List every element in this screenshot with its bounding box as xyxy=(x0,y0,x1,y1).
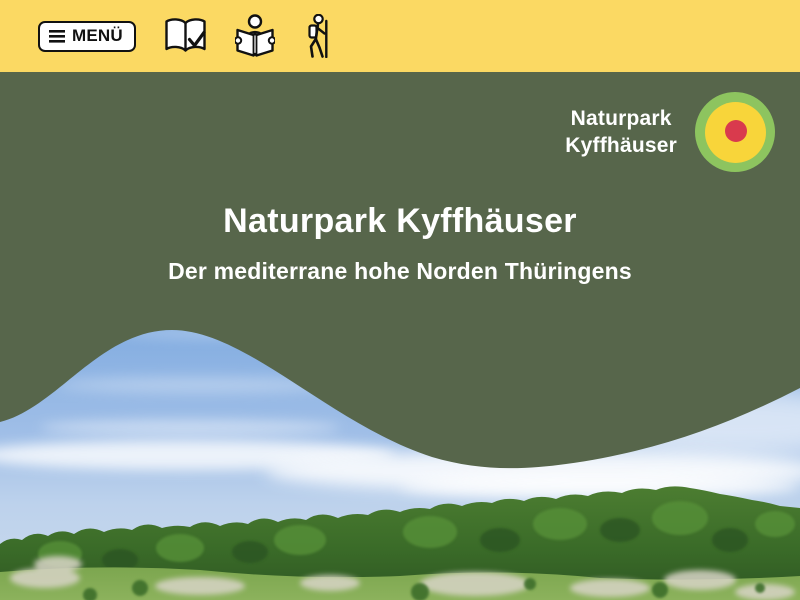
person-reading-button[interactable] xyxy=(235,14,275,59)
menu-button-label: MENÜ xyxy=(72,26,123,46)
wooded-hillside xyxy=(0,480,800,600)
concentric-circles-logo-icon xyxy=(695,92,775,172)
page-subtitle: Der mediterrane hohe Norden Thüringens xyxy=(0,258,800,285)
open-book-check-button[interactable] xyxy=(163,16,208,56)
logo-text-line2: Kyffhäuser xyxy=(565,132,677,159)
logo-center-dot xyxy=(725,120,747,142)
topbar-icons xyxy=(163,14,332,59)
logo-text-line1: Naturpark xyxy=(565,105,677,132)
top-bar: MENÜ xyxy=(0,0,800,72)
menu-button[interactable]: MENÜ xyxy=(38,21,136,52)
site-logo[interactable]: Naturpark Kyffhäuser xyxy=(565,92,775,172)
hero-section: Naturpark Kyffhäuser Naturpark Kyffhäuse… xyxy=(0,72,800,600)
open-book-check-icon xyxy=(163,16,208,56)
hiker-button[interactable] xyxy=(302,14,332,58)
person-reading-icon xyxy=(235,14,275,59)
logo-middle-circle xyxy=(705,102,766,163)
hamburger-icon xyxy=(49,30,65,43)
hiker-icon xyxy=(302,14,332,58)
logo-text: Naturpark Kyffhäuser xyxy=(565,105,677,159)
page-title: Naturpark Kyffhäuser xyxy=(0,202,800,241)
